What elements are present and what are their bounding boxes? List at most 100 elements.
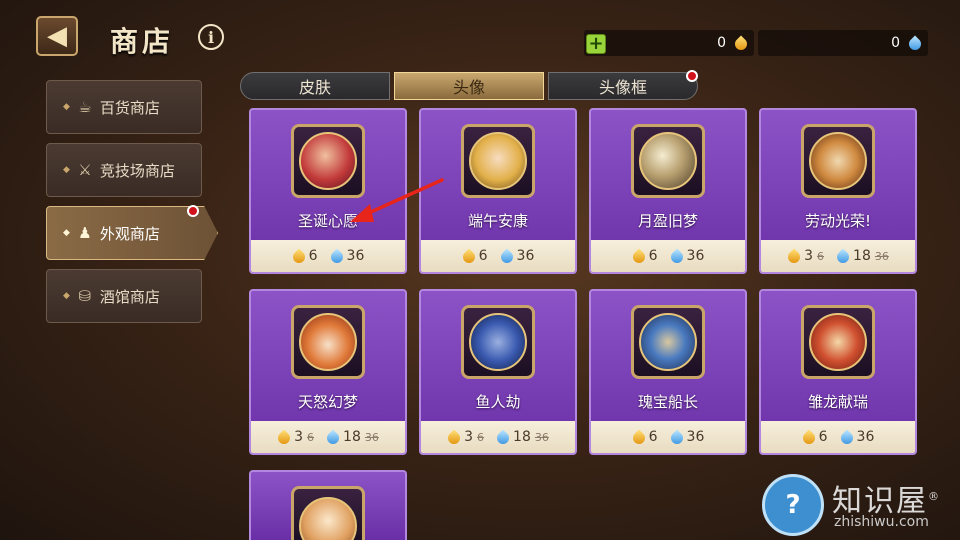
question-screen-icon: ?: [762, 474, 824, 536]
sidebar-item-tavern-store[interactable]: ◆ ⛁ 酒馆商店: [46, 269, 202, 323]
water-drop-icon: [500, 247, 514, 265]
tab-avatar-frames[interactable]: 头像框: [548, 72, 698, 100]
avatar-portrait: [639, 132, 697, 190]
water-price: 36: [516, 248, 535, 264]
water-drop-icon: [836, 247, 850, 265]
water-original-price: 36: [874, 249, 889, 263]
gold-price: 6: [308, 248, 318, 264]
info-icon[interactable]: i: [198, 24, 224, 50]
add-currency-button[interactable]: +: [586, 34, 606, 54]
water-drop-icon: [326, 428, 340, 446]
gold-price: 3: [294, 429, 304, 445]
gold-drop-icon: [277, 428, 291, 446]
gold-drop-icon: [462, 247, 476, 265]
price-bar: 6 36: [251, 240, 405, 272]
page-title: 商店: [110, 25, 175, 58]
tab-avatars[interactable]: 头像: [394, 72, 544, 100]
avatar-name: 月盈旧梦: [637, 212, 698, 230]
price-bar: 6 36: [591, 240, 745, 272]
sidebar-item-general-store[interactable]: ◆ ☕ 百货商店: [46, 80, 202, 134]
price-bar: 36 18 36: [251, 421, 405, 453]
gold-drop-icon: [802, 428, 816, 446]
water-currency-bar: 0: [758, 30, 928, 56]
crossed-swords-icon: ⚔: [78, 161, 92, 179]
avatar-portrait: [469, 132, 527, 190]
avatar-portrait: [469, 313, 527, 371]
gold-price: 6: [648, 429, 658, 445]
gold-drop-icon: [787, 247, 801, 265]
bullet-icon: ◆: [63, 291, 70, 301]
water-drop-icon: [330, 247, 344, 265]
barrel-icon: ⛁: [78, 287, 92, 305]
avatar-card[interactable]: 月盈旧梦 6 36: [589, 108, 747, 274]
avatar-frame: [801, 305, 875, 379]
water-drop-icon: [908, 34, 922, 52]
avatar-card[interactable]: 劳动光荣! 36 18 36: [759, 108, 917, 274]
avatar-frame: [801, 124, 875, 198]
avatar-card[interactable]: [249, 470, 407, 540]
avatar-name: 劳动光荣!: [804, 212, 871, 230]
gold-price: 3: [464, 429, 474, 445]
price-bar: 6 36: [421, 240, 575, 272]
water-price: 18: [513, 429, 531, 445]
avatar-frame: [461, 305, 535, 379]
price-bar: 6 36: [761, 421, 915, 453]
avatar-name: 雏龙献瑞: [807, 393, 868, 411]
water-drop-icon: [670, 428, 684, 446]
gold-price: 6: [818, 429, 828, 445]
notification-dot: [686, 70, 698, 82]
water-drop-icon: [670, 247, 684, 265]
gold-currency-bar: 0: [584, 30, 754, 56]
water-price: 18: [853, 248, 871, 264]
price-bar: 36 18 36: [761, 240, 915, 272]
gold-price: 6: [648, 248, 658, 264]
back-arrow-icon: ◀: [47, 21, 67, 51]
avatar-frame: [291, 486, 365, 540]
avatar-card[interactable]: 鱼人劫 36 18 36: [419, 289, 577, 455]
gold-drop-icon: [734, 34, 748, 52]
gold-price: 3: [804, 248, 814, 264]
avatar-card[interactable]: 天怒幻梦 36 18 36: [249, 289, 407, 455]
gold-amount: 0: [717, 35, 726, 51]
dress-icon: ♟: [78, 224, 92, 242]
avatar-card[interactable]: 瑰宝船长 6 36: [589, 289, 747, 455]
water-price: 18: [343, 429, 361, 445]
back-button[interactable]: ◀: [36, 16, 78, 56]
gold-original-price: 6: [477, 430, 485, 444]
avatar-name: 鱼人劫: [475, 393, 521, 411]
tab-skins[interactable]: 皮肤: [240, 72, 390, 100]
water-price: 36: [686, 429, 705, 445]
water-original-price: 36: [364, 430, 379, 444]
water-drop-icon: [496, 428, 510, 446]
bullet-icon: ◆: [63, 165, 70, 175]
sidebar-item-label: 百货商店: [99, 98, 160, 117]
water-price: 36: [346, 248, 365, 264]
sidebar-item-label: 外观商店: [99, 224, 160, 243]
gold-drop-icon: [447, 428, 461, 446]
sidebar-item-label: 竞技场商店: [99, 161, 175, 180]
price-bar: 36 18 36: [421, 421, 575, 453]
avatar-frame: [461, 124, 535, 198]
avatar-portrait: [809, 313, 867, 371]
avatar-card[interactable]: 雏龙献瑞 6 36: [759, 289, 917, 455]
water-drop-icon: [840, 428, 854, 446]
water-price: 36: [856, 429, 875, 445]
notification-dot: [187, 205, 199, 217]
bullet-icon: ◆: [63, 228, 70, 238]
avatar-name: 天怒幻梦: [297, 393, 358, 411]
water-original-price: 36: [534, 430, 549, 444]
avatar-name: 瑰宝船长: [637, 393, 698, 411]
gold-drop-icon: [632, 247, 646, 265]
sidebar-item-arena-store[interactable]: ◆ ⚔ 竞技场商店: [46, 143, 202, 197]
bullet-icon: ◆: [63, 102, 70, 112]
avatar-portrait: [299, 497, 357, 540]
avatar-frame: [631, 305, 705, 379]
avatar-frame: [291, 305, 365, 379]
gold-drop-icon: [632, 428, 646, 446]
price-bar: 6 36: [591, 421, 745, 453]
avatar-portrait: [299, 313, 357, 371]
sidebar-item-label: 酒馆商店: [99, 287, 160, 306]
gold-drop-icon: [292, 247, 306, 265]
gold-original-price: 6: [817, 249, 825, 263]
gold-price: 6: [478, 248, 488, 264]
